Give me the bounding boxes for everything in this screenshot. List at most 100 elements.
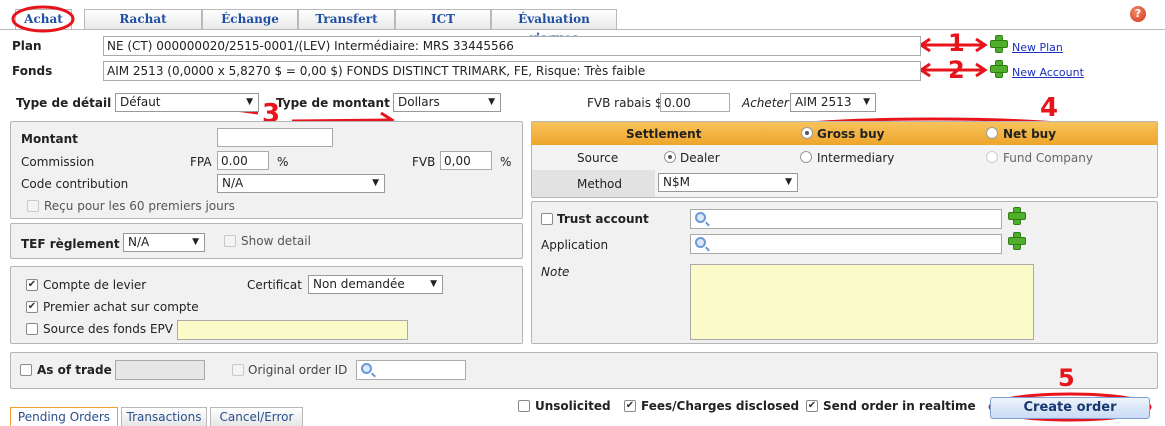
annotation-2: 2 [948, 56, 965, 84]
fvb-unit: % [500, 155, 512, 169]
dealer-radio[interactable] [664, 151, 676, 163]
annotation-5: 5 [1058, 364, 1075, 392]
chevron-down-icon: ▼ [246, 97, 253, 107]
tab-transactions[interactable]: Transactions [121, 407, 207, 426]
gross-buy-label: Gross buy [817, 127, 885, 141]
method-label: Method [577, 177, 623, 191]
chevron-down-icon: ▼ [192, 237, 199, 247]
type-montant-value: Dollars [398, 95, 440, 109]
plan-field[interactable]: NE (CT) 000000020/2515-0001/(LEV) Interm… [103, 36, 921, 56]
original-order-checkbox[interactable] [232, 364, 244, 376]
realtime-checkbox[interactable]: ✔ [806, 400, 818, 412]
fees-label: Fees/Charges disclosed [641, 399, 800, 413]
certificat-select[interactable]: Non demandée ▼ [308, 275, 443, 294]
code-contribution-label: Code contribution [21, 177, 129, 191]
search-icon[interactable] [695, 237, 706, 248]
type-detail-label: Type de détail [16, 96, 112, 110]
search-icon[interactable] [695, 212, 706, 223]
chevron-down-icon: ▼ [372, 178, 379, 188]
fvb-rabais-label: FVB rabais $ [587, 96, 663, 110]
unsolicited-checkbox[interactable] [518, 400, 530, 412]
realtime-label: Send order in realtime [823, 399, 976, 413]
source-fonds-input[interactable] [177, 320, 408, 340]
acheter-label: Acheter [742, 96, 789, 110]
recu-label: Reçu pour les 60 premiers jours [44, 199, 235, 213]
application-label: Application [541, 238, 609, 252]
add-trust-account-icon[interactable] [1008, 207, 1026, 225]
type-montant-label: Type de montant [276, 96, 390, 110]
trust-account-label: Trust account [557, 212, 649, 226]
fpa-label: FPA [190, 155, 212, 169]
dealer-label: Dealer [680, 151, 720, 165]
as-of-trade-label: As of trade [37, 363, 112, 377]
as-of-trade-date[interactable] [115, 360, 205, 380]
unsolicited-label: Unsolicited [535, 399, 611, 413]
tab-pending-orders[interactable]: Pending Orders [10, 407, 118, 426]
chevron-down-icon: ▼ [488, 97, 495, 107]
fund-company-radio[interactable] [986, 151, 998, 163]
search-icon[interactable] [361, 363, 372, 374]
premier-achat-checkbox[interactable]: ✔ [26, 301, 38, 313]
fonds-field[interactable]: AIM 2513 (0,0000 x 5,8270 $ = 0,00 $) FO… [103, 61, 921, 81]
application-input[interactable] [690, 234, 1002, 254]
add-application-icon[interactable] [1008, 232, 1026, 250]
fvb-label: FVB [412, 155, 436, 169]
note-label: Note [541, 265, 570, 279]
settlement-title: Settlement [626, 127, 702, 141]
show-detail-label: Show detail [241, 234, 311, 248]
show-detail-checkbox[interactable] [224, 235, 236, 247]
tef-label: TEF règlement [21, 237, 120, 251]
create-order-button[interactable]: Create order [990, 397, 1150, 419]
fund-company-label: Fund Company [1003, 151, 1093, 165]
achat-tab-highlight [11, 5, 75, 33]
fees-checkbox[interactable]: ✔ [624, 400, 636, 412]
add-plan-icon[interactable] [990, 35, 1008, 53]
intermediary-radio[interactable] [800, 151, 812, 163]
new-plan-link[interactable]: New Plan [1012, 41, 1063, 54]
trust-account-input[interactable] [690, 209, 1002, 229]
levier-label: Compte de levier [43, 278, 147, 292]
code-contribution-value: N/A [222, 176, 244, 190]
montant-input[interactable] [217, 128, 333, 147]
type-detail-select[interactable]: Défaut ▼ [115, 93, 259, 112]
acheter-select[interactable]: AIM 2513 ▼ [790, 93, 876, 112]
tef-select[interactable]: N/A ▼ [123, 233, 205, 252]
note-textarea[interactable] [690, 264, 1034, 340]
certificat-value: Non demandée [313, 277, 405, 291]
original-order-label: Original order ID [248, 363, 348, 377]
fpa-input[interactable]: 0.00 [217, 151, 269, 170]
new-account-link[interactable]: New Account [1012, 66, 1084, 79]
fvb-rabais-input[interactable]: 0.00 [660, 93, 730, 112]
as-of-trade-checkbox[interactable] [20, 364, 32, 376]
tef-value: N/A [128, 235, 150, 249]
commission-label: Commission [21, 155, 95, 169]
code-contribution-select[interactable]: N/A ▼ [217, 174, 385, 193]
annotation-4: 4 [1040, 93, 1059, 123]
premier-achat-label: Premier achat sur compte [43, 300, 199, 314]
fpa-unit: % [277, 155, 289, 169]
method-value: N$M [663, 175, 690, 189]
annotation-1: 1 [948, 29, 965, 57]
help-icon[interactable]: ? [1130, 6, 1146, 22]
net-buy-radio[interactable] [986, 127, 998, 139]
type-detail-value: Défaut [120, 95, 161, 109]
montant-label: Montant [21, 132, 78, 146]
intermediary-label: Intermediary [817, 151, 895, 165]
fonds-label: Fonds [12, 64, 53, 78]
certificat-label: Certificat [247, 278, 302, 292]
original-order-input[interactable] [356, 360, 466, 380]
recu-checkbox[interactable] [27, 200, 39, 212]
acheter-value: AIM 2513 [795, 95, 852, 109]
method-select[interactable]: N$M ▼ [658, 173, 798, 192]
chevron-down-icon: ▼ [863, 97, 870, 107]
source-fonds-checkbox[interactable] [26, 323, 38, 335]
trust-account-checkbox[interactable] [541, 213, 553, 225]
add-account-icon[interactable] [990, 60, 1008, 78]
gross-buy-radio[interactable] [801, 127, 813, 139]
tab-cancel-error[interactable]: Cancel/Error [210, 407, 303, 426]
chevron-down-icon: ▼ [785, 177, 792, 187]
source-label: Source [577, 151, 619, 165]
fvb-input[interactable]: 0,00 [440, 151, 492, 170]
type-montant-select[interactable]: Dollars ▼ [393, 93, 501, 112]
levier-checkbox[interactable]: ✔ [26, 279, 38, 291]
